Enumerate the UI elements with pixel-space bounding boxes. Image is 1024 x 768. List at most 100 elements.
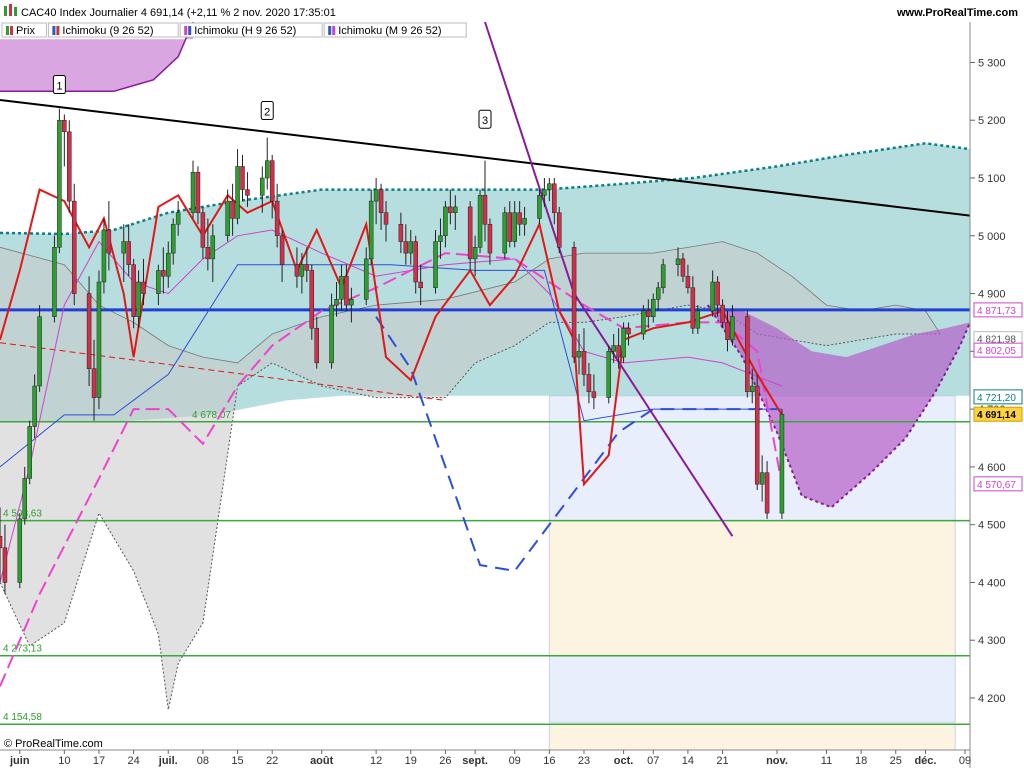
candle-91 <box>626 327 631 335</box>
candle-98 <box>680 258 686 277</box>
candle-81 <box>556 212 562 248</box>
candle-53 <box>368 200 374 260</box>
candle-45 <box>309 270 315 329</box>
x-tick-label: sept. <box>462 755 488 767</box>
candle-51 <box>349 299 354 306</box>
candle-108 <box>749 385 755 393</box>
legend-swatch <box>52 26 56 35</box>
x-tick-label: 08 <box>197 755 209 767</box>
x-tick-label: 12 <box>370 755 382 767</box>
candle-56 <box>383 212 389 225</box>
candle-63 <box>438 235 443 242</box>
candle-84 <box>581 351 587 375</box>
legend-swatch <box>188 26 192 35</box>
candle-92 <box>641 310 646 335</box>
candle-71 <box>487 223 493 254</box>
x-tick-label: 07 <box>647 755 659 767</box>
candle-104 <box>720 304 725 323</box>
x-tick-label: déc. <box>914 755 936 767</box>
y-tick-label: 5 300 <box>978 57 1006 69</box>
candle-19 <box>131 264 136 317</box>
candle-11 <box>71 200 77 294</box>
candle-109 <box>754 385 760 485</box>
candle-78 <box>542 189 547 196</box>
candle-85 <box>586 374 592 393</box>
x-tick-label: 16 <box>543 755 555 767</box>
candle-72 <box>502 212 508 254</box>
x-tick-label: 21 <box>716 755 728 767</box>
candle-94 <box>651 299 656 317</box>
candle-67 <box>467 206 473 260</box>
candle-102 <box>710 281 715 312</box>
y-tick-label: 4 600 <box>978 462 1006 474</box>
candle-93 <box>646 310 651 317</box>
x-tick-label: 09 <box>959 755 971 767</box>
candle-40 <box>274 200 280 237</box>
candle-4 <box>27 426 32 479</box>
candle-27 <box>190 171 196 213</box>
legend-label: Ichimoku (H 9 26 52) <box>194 25 296 37</box>
candle-15 <box>101 229 107 283</box>
wave-label-2: 3 <box>482 115 488 127</box>
y-tick-label: 5 000 <box>978 231 1006 243</box>
x-tick-label: juil. <box>158 755 178 767</box>
candle-55 <box>378 189 384 213</box>
candle-17 <box>121 241 126 254</box>
candle-52 <box>363 258 369 300</box>
candle-44 <box>304 264 310 271</box>
price-badge-label-0: 4 871,73 <box>977 306 1016 317</box>
candle-24 <box>166 252 171 277</box>
candle-61 <box>418 281 423 289</box>
candle-70 <box>482 195 488 225</box>
y-tick-label: 4 300 <box>978 635 1006 647</box>
candle-87 <box>606 351 611 398</box>
candle-112 <box>779 414 785 514</box>
x-tick-label: 24 <box>127 755 139 767</box>
legend-swatch <box>56 26 60 35</box>
candle-13 <box>91 368 97 398</box>
candle-69 <box>477 195 483 248</box>
candle-6 <box>37 316 42 387</box>
candle-7 <box>52 247 57 317</box>
zone-2 <box>548 655 956 723</box>
candle-59 <box>408 241 414 254</box>
site-name[interactable]: www.ProRealTime.com <box>896 7 1018 19</box>
candle-35 <box>240 166 245 190</box>
x-tick-label: 17 <box>93 755 105 767</box>
x-tick-label: 26 <box>439 755 451 767</box>
candle-39 <box>269 160 275 202</box>
candle-89 <box>616 345 621 358</box>
candle-22 <box>156 270 161 294</box>
x-tick-label: 25 <box>890 755 902 767</box>
candle-8 <box>57 119 62 248</box>
candle-5 <box>32 385 37 427</box>
candle-14 <box>96 281 102 398</box>
y-tick-label: 4 200 <box>978 693 1006 705</box>
candle-34 <box>235 166 240 219</box>
level-label-3: 4 273,13 <box>3 644 42 655</box>
candle-107 <box>745 316 750 393</box>
legend-swatch <box>328 26 332 35</box>
candle-62 <box>433 241 438 289</box>
x-tick-label: 10 <box>58 755 70 767</box>
candle-97 <box>675 258 681 265</box>
candle-99 <box>685 275 691 289</box>
candle-42 <box>294 264 300 277</box>
candle-57 <box>398 223 404 242</box>
zone-1 <box>548 520 956 657</box>
candle-29 <box>200 212 206 248</box>
price-badge-label-4: 4 691,14 <box>977 410 1016 421</box>
candle-86 <box>591 391 597 398</box>
y-tick-label: 4 900 <box>978 289 1006 301</box>
candle-106 <box>730 316 735 341</box>
candle-21 <box>141 281 146 294</box>
candle-30 <box>205 247 211 260</box>
y-tick-label: 4 400 <box>978 577 1006 589</box>
candle-68 <box>472 247 478 260</box>
x-tick-label: 22 <box>266 755 278 767</box>
legend-label: Ichimoku (9 26 52) <box>62 25 153 37</box>
candle-101 <box>695 310 701 329</box>
y-tick-label: 5 100 <box>978 173 1006 185</box>
candle-83 <box>576 351 582 358</box>
candle-76 <box>522 218 527 225</box>
